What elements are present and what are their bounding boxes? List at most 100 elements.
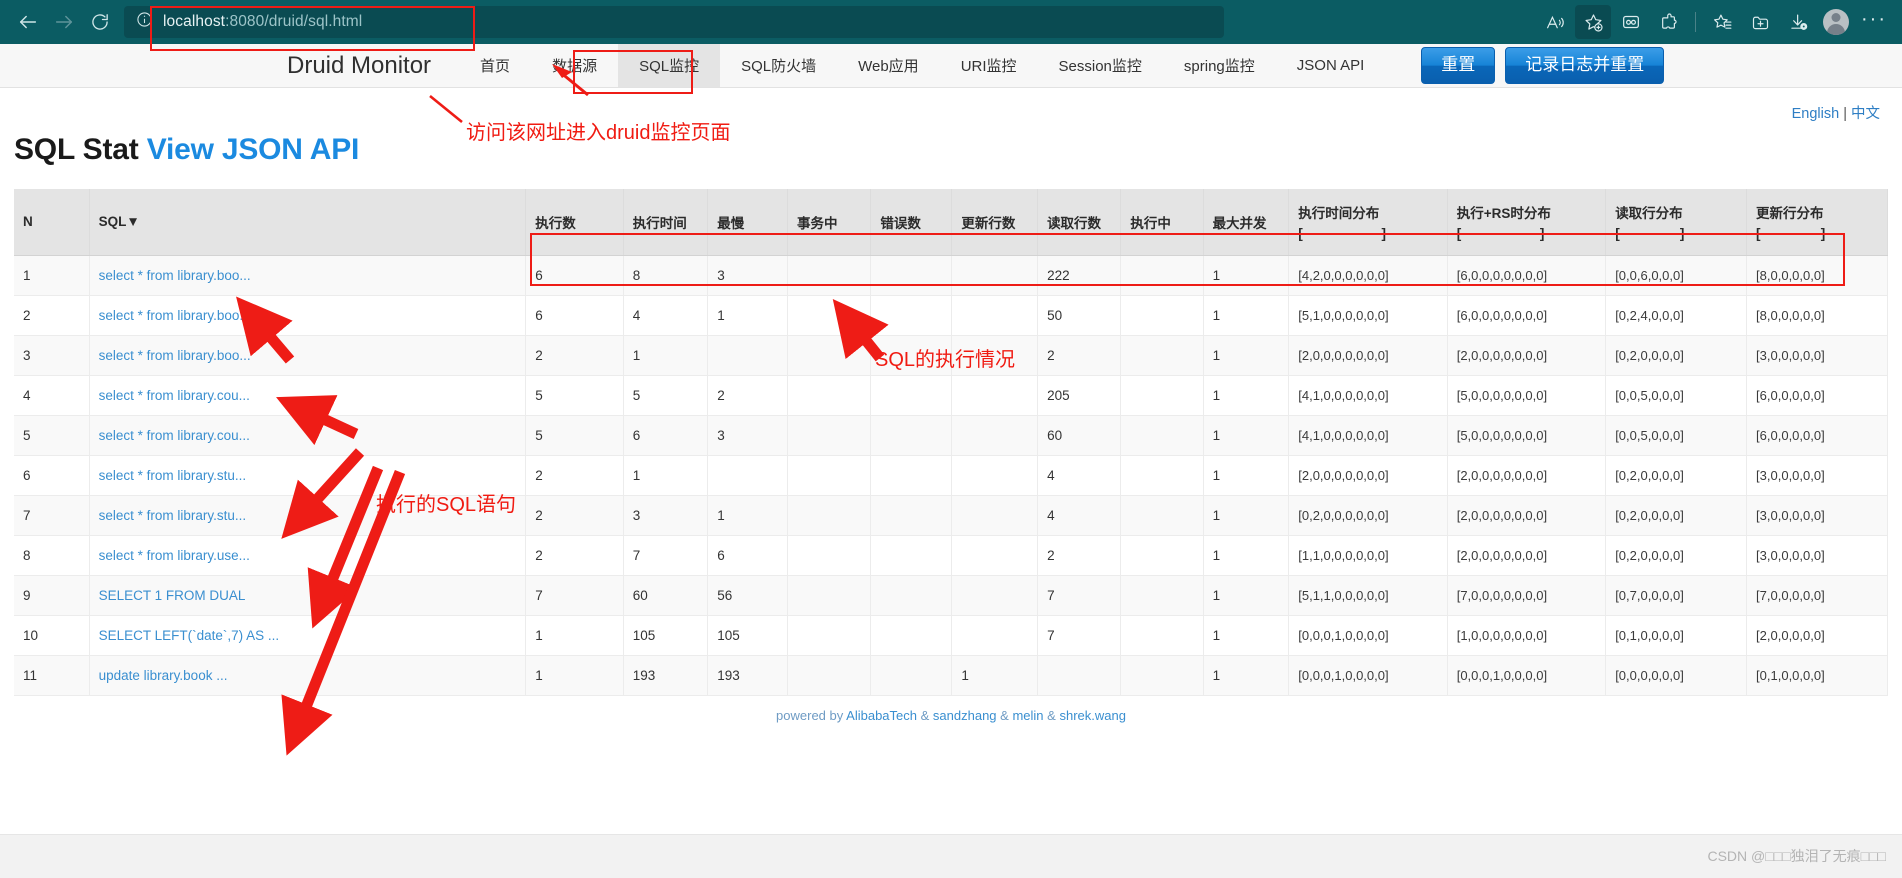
row-cell-slowest: 1: [707, 295, 789, 336]
footer-link-shrekwang[interactable]: shrek.wang: [1059, 708, 1125, 723]
address-bar[interactable]: localhost:8080/druid/sql.html: [124, 6, 1224, 38]
downloads-icon[interactable]: [1780, 5, 1816, 39]
row-cell-max-concurrent: 1: [1203, 575, 1290, 616]
back-arrow-icon[interactable]: [10, 4, 46, 40]
read-aloud-icon[interactable]: [1537, 5, 1573, 39]
forward-arrow-icon[interactable]: [46, 4, 82, 40]
row-cell-max-concurrent: 1: [1203, 415, 1290, 456]
row-cell-exec-time: 60: [623, 575, 709, 616]
row-cell-sql[interactable]: select * from library.boo...: [89, 335, 527, 376]
row-cell-read-rows: 2: [1037, 335, 1122, 376]
table-row: 2 select * from library.boo... 6 4 1 50 1 [5,1,…: [14, 295, 1888, 336]
row-cell-slowest: 193: [707, 655, 789, 696]
sql-link[interactable]: select * from library.stu...: [99, 508, 247, 523]
sql-link[interactable]: select * from library.boo...: [99, 348, 251, 363]
footer-link-alibabatech[interactable]: AlibabaTech: [846, 708, 917, 723]
row-cell-sql[interactable]: select * from library.cou...: [89, 375, 527, 416]
row-cell-read-rows: 2: [1037, 535, 1122, 576]
row-cell-sql[interactable]: select * from library.boo...: [89, 255, 527, 296]
row-cell-exec-time: 7: [623, 535, 709, 576]
row-cell-sql[interactable]: SELECT LEFT(`date`,7) AS ...: [89, 615, 527, 656]
sql-link[interactable]: select * from library.cou...: [99, 388, 250, 403]
table-row: 10 SELECT LEFT(`date`,7) AS ... 1 105 105 7 1[…: [14, 615, 1888, 656]
col-header-read-rows: 读取行数: [1037, 189, 1122, 256]
row-cell-error-count: [870, 375, 953, 416]
add-favorite-icon[interactable]: [1575, 5, 1611, 39]
row-cell-n: 3: [14, 335, 90, 376]
row-cell-exec-time-dist: [5,1,0,0,0,0,0,0]: [1288, 295, 1448, 336]
table-head: N SQL▼ 执行数 执行时间 最慢 事务中 错误数 更新行数 读取行数 执行中…: [14, 189, 1888, 256]
row-cell-read-rows-dist: [0,2,4,0,0,0]: [1605, 295, 1748, 336]
nav-item-sql-firewall[interactable]: SQL防火墙: [720, 44, 837, 87]
row-cell-error-count: [870, 535, 953, 576]
row-cell-in-transaction: [787, 455, 872, 496]
nav-item-spring-monitor[interactable]: spring监控: [1163, 44, 1276, 87]
row-cell-exec-time: 3: [623, 495, 709, 536]
sql-link[interactable]: select * from library.use...: [99, 548, 250, 563]
row-cell-running: [1120, 375, 1204, 416]
row-cell-sql[interactable]: update library.book ...: [89, 655, 527, 696]
reset-button[interactable]: 重置: [1421, 47, 1496, 84]
sql-link[interactable]: SELECT 1 FROM DUAL: [99, 588, 246, 603]
row-cell-exec-time-dist: [4,2,0,0,0,0,0,0]: [1288, 255, 1448, 296]
reload-icon[interactable]: [82, 4, 118, 40]
row-cell-exec-rs-dist: [7,0,0,0,0,0,0,0]: [1447, 575, 1607, 616]
sql-link[interactable]: select * from library.boo...: [99, 308, 251, 323]
sql-link[interactable]: select * from library.stu...: [99, 468, 247, 483]
info-icon[interactable]: [136, 11, 153, 33]
row-cell-sql[interactable]: select * from library.stu...: [89, 455, 527, 496]
col-header-sql[interactable]: SQL▼: [89, 189, 527, 256]
row-cell-read-rows-dist: [0,2,0,0,0,0]: [1605, 455, 1748, 496]
nav-item-json-api[interactable]: JSON API: [1276, 44, 1386, 87]
nav-item-session-monitor[interactable]: Session监控: [1038, 44, 1163, 87]
sql-link[interactable]: select * from library.cou...: [99, 428, 250, 443]
table-row: 8 select * from library.use... 2 7 6 2 1 [1,1,0…: [14, 535, 1888, 576]
row-cell-exec-count: 5: [525, 375, 624, 416]
row-cell-update-rows-dist: [3,0,0,0,0,0]: [1746, 335, 1888, 376]
row-cell-update-rows: [951, 375, 1039, 416]
site-navigation: Druid Monitor 首页 数据源 SQL监控 SQL防火墙 Web应用 …: [0, 44, 1902, 88]
nav-item-datasource[interactable]: 数据源: [531, 44, 618, 87]
view-json-api-link[interactable]: View JSON API: [147, 133, 360, 166]
toolbar-divider: [1695, 12, 1696, 32]
row-cell-sql[interactable]: select * from library.use...: [89, 535, 527, 576]
profile-avatar[interactable]: [1818, 5, 1854, 39]
row-cell-exec-rs-dist: [2,0,0,0,0,0,0,0]: [1447, 335, 1607, 376]
row-cell-update-rows: [951, 455, 1039, 496]
footer-link-melin[interactable]: melin: [1012, 708, 1043, 723]
row-cell-update-rows-dist: [6,0,0,0,0,0]: [1746, 415, 1888, 456]
col-header-exec-time-dist: 执行时间分布 [ - - - - - - - - ]: [1288, 189, 1448, 256]
table-row: 5 select * from library.cou... 5 6 3 60 1 [4,1,…: [14, 415, 1888, 456]
row-cell-running: [1120, 455, 1204, 496]
favorites-list-icon[interactable]: [1704, 5, 1740, 39]
row-cell-exec-time: 6: [623, 415, 709, 456]
row-cell-sql[interactable]: select * from library.cou...: [89, 415, 527, 456]
lang-chinese-link[interactable]: 中文: [1851, 106, 1880, 122]
collections-icon[interactable]: [1613, 5, 1649, 39]
log-and-reset-button[interactable]: 记录日志并重置: [1505, 47, 1665, 84]
nav-item-home[interactable]: 首页: [459, 44, 531, 87]
settings-more-icon[interactable]: ···: [1856, 5, 1892, 39]
nav-item-web-app[interactable]: Web应用: [837, 44, 940, 87]
row-cell-exec-time: 1: [623, 335, 709, 376]
col-header-in-transaction: 事务中: [787, 189, 872, 256]
split-screen-icon[interactable]: [1742, 5, 1778, 39]
nav-item-sql-monitor[interactable]: SQL监控: [618, 44, 721, 87]
row-cell-sql[interactable]: select * from library.boo...: [89, 295, 527, 336]
row-cell-in-transaction: [787, 615, 872, 656]
extensions-icon[interactable]: [1651, 5, 1687, 39]
sql-link[interactable]: update library.book ...: [99, 668, 228, 683]
row-cell-error-count: [870, 335, 953, 376]
lang-english-link[interactable]: English: [1792, 106, 1840, 122]
sql-link[interactable]: SELECT LEFT(`date`,7) AS ...: [99, 628, 280, 643]
address-bar-url: localhost:8080/druid/sql.html: [163, 13, 363, 30]
exec-time-dist-label: 执行时间分布: [1298, 206, 1380, 222]
sql-link[interactable]: select * from library.boo...: [99, 268, 251, 283]
row-cell-sql[interactable]: select * from library.stu...: [89, 495, 527, 536]
row-cell-n: 4: [14, 375, 90, 416]
row-cell-sql[interactable]: SELECT 1 FROM DUAL: [89, 575, 527, 616]
row-cell-in-transaction: [787, 655, 872, 696]
footer-link-sandzhang[interactable]: sandzhang: [933, 708, 997, 723]
nav-item-uri-monitor[interactable]: URI监控: [940, 44, 1038, 87]
sort-desc-icon[interactable]: ▼: [126, 214, 139, 229]
